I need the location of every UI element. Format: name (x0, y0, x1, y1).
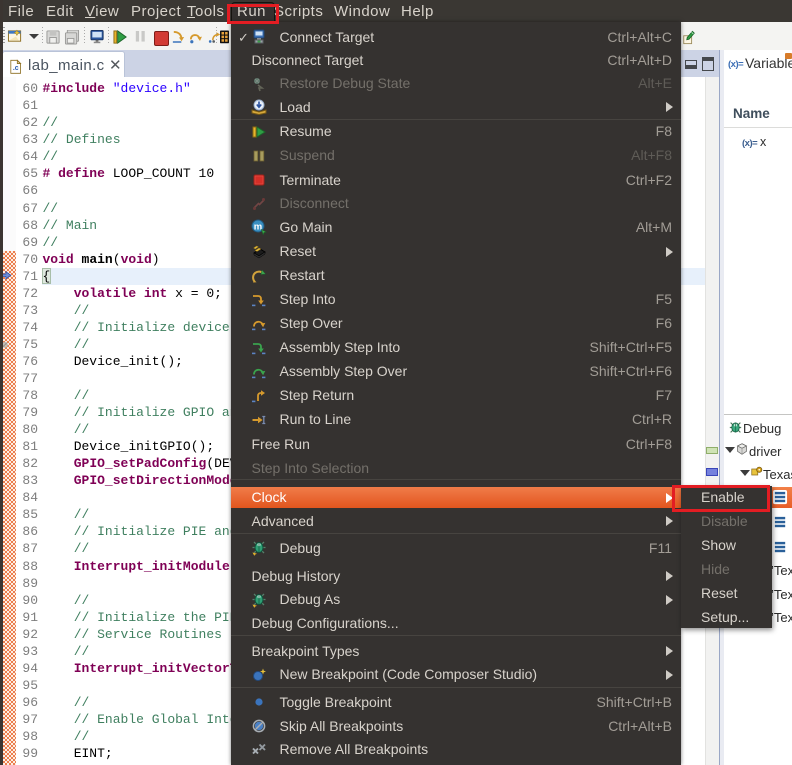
svg-text:m: m (254, 222, 262, 233)
svg-text:.c: .c (13, 65, 19, 72)
